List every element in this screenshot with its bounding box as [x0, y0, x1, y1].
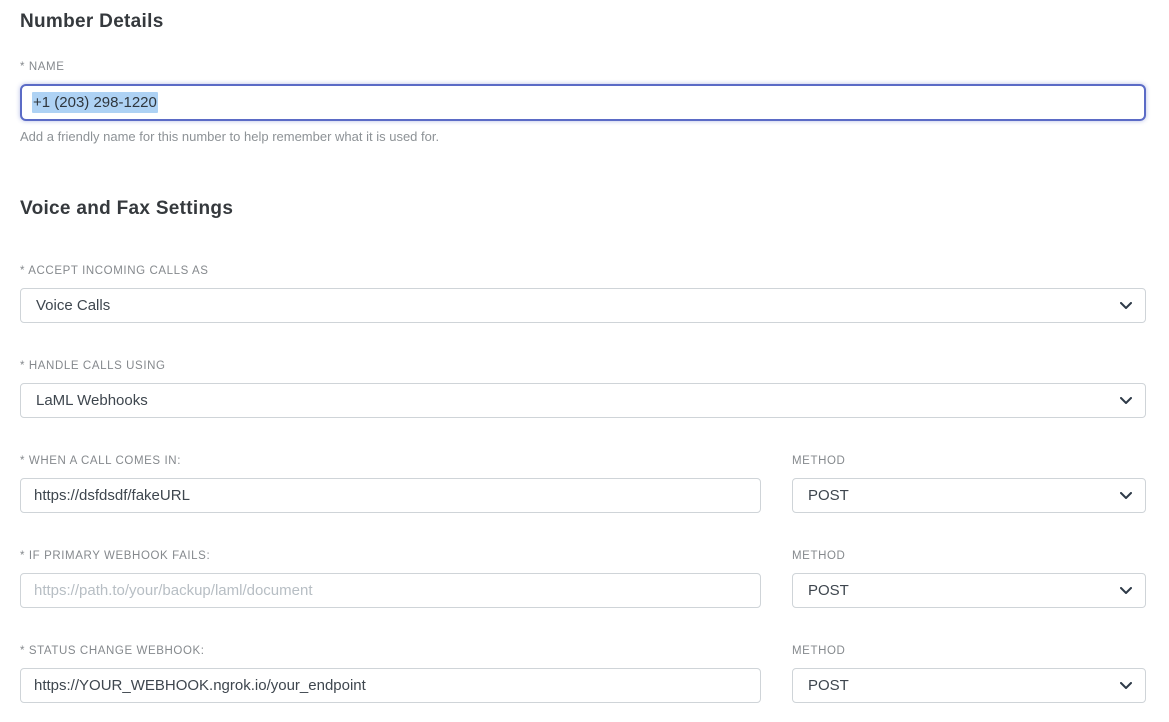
primary-webhook-fails-method-select[interactable]: POST	[792, 573, 1146, 608]
name-input[interactable]: +1 (203) 298-1220	[20, 84, 1146, 121]
handle-calls-select[interactable]: LaML Webhooks	[20, 383, 1146, 418]
when-call-comes-in-input[interactable]	[20, 478, 761, 513]
status-change-webhook-field: * STATUS CHANGE WEBHOOK:	[20, 645, 761, 703]
primary-webhook-fails-label: * IF PRIMARY WEBHOOK FAILS:	[20, 550, 761, 563]
primary-webhook-fails-input[interactable]	[20, 573, 761, 608]
section-title-number-details: Number Details	[20, 11, 1146, 32]
primary-webhook-fails-method-field: METHOD POST	[792, 550, 1146, 608]
accept-incoming-select[interactable]: Voice Calls	[20, 288, 1146, 323]
status-change-webhook-method-field: METHOD POST	[792, 645, 1146, 703]
name-label: * NAME	[20, 61, 1146, 74]
when-call-comes-in-field: * WHEN A CALL COMES IN:	[20, 455, 761, 513]
when-call-comes-in-method-field: METHOD POST	[792, 455, 1146, 513]
primary-webhook-fails-field: * IF PRIMARY WEBHOOK FAILS:	[20, 550, 761, 608]
primary-webhook-fails-row: * IF PRIMARY WEBHOOK FAILS: METHOD POST	[20, 550, 1146, 608]
method-label: METHOD	[792, 645, 1146, 658]
handle-calls-label: * HANDLE CALLS USING	[20, 360, 1146, 373]
when-call-comes-in-label: * WHEN A CALL COMES IN:	[20, 455, 761, 468]
section-title-voice-fax-settings: Voice and Fax Settings	[20, 198, 1146, 219]
status-change-webhook-label: * STATUS CHANGE WEBHOOK:	[20, 645, 761, 658]
accept-incoming-label: * ACCEPT INCOMING CALLS AS	[20, 265, 1146, 278]
accept-incoming-field: * ACCEPT INCOMING CALLS AS Voice Calls	[20, 265, 1146, 323]
when-call-comes-in-method-select[interactable]: POST	[792, 478, 1146, 513]
name-input-selected-value: +1 (203) 298-1220	[32, 92, 158, 113]
method-label: METHOD	[792, 455, 1146, 468]
name-help-text: Add a friendly name for this number to h…	[20, 129, 1146, 144]
method-label: METHOD	[792, 550, 1146, 563]
status-change-webhook-input[interactable]	[20, 668, 761, 703]
handle-calls-field: * HANDLE CALLS USING LaML Webhooks	[20, 360, 1146, 418]
name-field: * NAME +1 (203) 298-1220 Add a friendly …	[20, 61, 1146, 144]
status-change-webhook-row: * STATUS CHANGE WEBHOOK: METHOD POST	[20, 645, 1146, 703]
status-change-webhook-method-select[interactable]: POST	[792, 668, 1146, 703]
when-call-comes-in-row: * WHEN A CALL COMES IN: METHOD POST	[20, 455, 1146, 513]
number-settings-page: Number Details * NAME +1 (203) 298-1220 …	[0, 0, 1169, 722]
